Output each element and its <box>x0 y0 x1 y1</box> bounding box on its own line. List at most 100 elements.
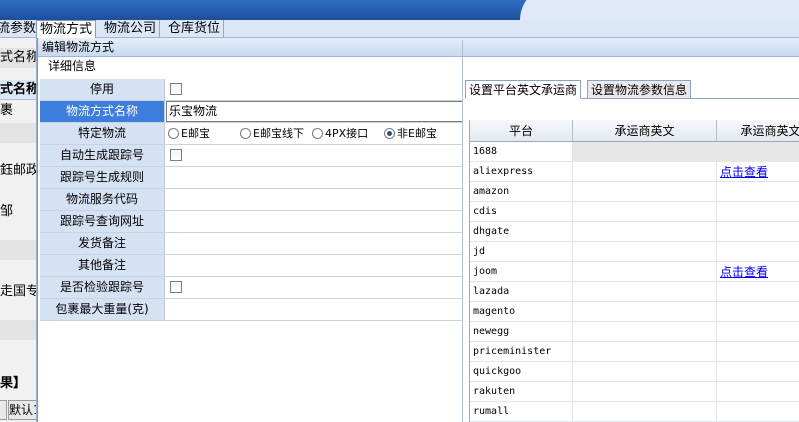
carrier-en-cell[interactable] <box>573 262 717 282</box>
table-row[interactable]: lazada <box>470 282 799 302</box>
platform-cell: cdis <box>470 202 573 222</box>
form-row-disabled: 停用 <box>40 79 463 101</box>
carrier-en-cell[interactable] <box>573 402 717 422</box>
list-item[interactable]: 裹 <box>0 101 36 121</box>
menu-tab-warehouse-location[interactable]: 仓库货位 <box>165 20 225 38</box>
menu-tab-logistics-params[interactable]: 流参数 <box>0 20 41 38</box>
platform-cell: aliexpress <box>470 162 573 182</box>
platform-cell: rumall <box>470 402 573 422</box>
field-label: 物流方式名称 <box>40 101 165 122</box>
menu-tab-logistics-company[interactable]: 物流公司 <box>101 20 161 38</box>
radio-4px[interactable]: 4PX接口 <box>312 123 368 144</box>
tab-logistics-params[interactable]: 设置物流参数信息 <box>587 80 692 99</box>
view-link[interactable]: 点击查看 <box>720 265 768 279</box>
form-row-ship-note: 发货备注 <box>40 233 463 255</box>
carrier-en-cell[interactable] <box>573 162 717 182</box>
ship-note-input[interactable] <box>166 233 463 254</box>
disabled-checkbox[interactable] <box>170 83 182 95</box>
table-row[interactable]: aliexpress 点击查看 <box>470 162 799 182</box>
specific-logistics-radio-group: E邮宝 E邮宝线下 4PX接口 非E邮宝 <box>166 123 463 144</box>
table-row[interactable]: cdis <box>470 202 799 222</box>
field-label: 包裹最大重量(克) <box>40 299 165 320</box>
field-label: 自动生成跟踪号 <box>40 145 165 166</box>
carrier-en-cell[interactable] <box>573 182 717 202</box>
table-row[interactable]: priceminister <box>470 342 799 362</box>
table-row[interactable]: joom 点击查看 <box>470 262 799 282</box>
carrier-en-cell[interactable] <box>573 342 717 362</box>
other-note-input[interactable] <box>166 255 463 276</box>
carrier-link-cell: 点击查看 <box>717 262 799 282</box>
table-row[interactable]: rakuten <box>470 382 799 402</box>
table-row[interactable]: 1688 <box>470 142 799 162</box>
carrier-link-cell <box>717 222 799 242</box>
platform-cell: lazada <box>470 282 573 302</box>
form-row-specific-logistics: 特定物流 E邮宝 E邮宝线下 4PX接口 非E邮宝 <box>40 123 463 145</box>
column-header-platform[interactable]: 平台 <box>470 120 573 142</box>
platform-cell: dhgate <box>470 222 573 242</box>
field-value-cell <box>166 79 463 100</box>
list-item[interactable]: 走国专线 <box>0 282 36 302</box>
field-label: 跟踪号查询网址 <box>40 211 165 232</box>
carrier-en-cell[interactable] <box>573 202 717 222</box>
default-button[interactable]: 默认1 <box>8 400 36 420</box>
left-button[interactable] <box>0 400 7 420</box>
radio-eub[interactable]: E邮宝 <box>168 123 210 144</box>
method-name-input[interactable]: 乐宝物流 <box>166 101 463 122</box>
service-code-input[interactable] <box>166 189 463 210</box>
tab-platform-carrier[interactable]: 设置平台英文承运商 <box>465 80 582 99</box>
carrier-en-cell[interactable] <box>573 382 717 402</box>
radio-label: E邮宝线下 <box>253 127 304 140</box>
track-rule-input[interactable] <box>166 167 463 188</box>
carrier-en-cell[interactable] <box>573 362 717 382</box>
right-tab-strip: 设置平台英文承运商 设置物流参数信息 <box>465 80 799 99</box>
table-row[interactable]: newegg <box>470 322 799 342</box>
carrier-link-cell <box>717 382 799 402</box>
platform-cell: newegg <box>470 322 573 342</box>
list-item[interactable]: 鈺邮政挂 <box>0 161 36 181</box>
carrier-link-cell <box>717 282 799 302</box>
carrier-en-cell[interactable] <box>573 282 717 302</box>
carrier-table: 平台 承运商英文 承运商英文链 1688 aliexpress 点击查看 ama… <box>469 120 799 422</box>
table-row[interactable]: jd <box>470 242 799 262</box>
radio-non-eub[interactable]: 非E邮宝 <box>384 123 437 144</box>
list-item[interactable]: 邹 <box>0 202 36 222</box>
carrier-link-cell <box>717 362 799 382</box>
menu-bar: 流参数 物流方式 物流公司 仓库货位 <box>0 20 799 38</box>
platform-cell: quickgoo <box>470 362 573 382</box>
panel-splitter[interactable] <box>462 40 463 422</box>
menu-tab-logistics-method[interactable]: 物流方式 <box>36 20 97 38</box>
field-label: 发货备注 <box>40 233 165 254</box>
radio-eub-offline[interactable]: E邮宝线下 <box>240 123 304 144</box>
carrier-en-cell[interactable] <box>573 302 717 322</box>
platform-cell: priceminister <box>470 342 573 362</box>
carrier-en-cell[interactable] <box>573 322 717 342</box>
platform-cell: amazon <box>470 182 573 202</box>
column-header-carrier-link[interactable]: 承运商英文链 <box>717 120 799 142</box>
list-item[interactable] <box>0 123 36 143</box>
list-item[interactable] <box>0 320 36 340</box>
table-row[interactable]: quickgoo <box>470 362 799 382</box>
list-column-header[interactable]: 式名称 <box>0 80 36 100</box>
table-row[interactable]: rumall <box>470 402 799 422</box>
view-link[interactable]: 点击查看 <box>720 165 768 179</box>
table-row[interactable]: dhgate <box>470 222 799 242</box>
carrier-link-cell <box>717 242 799 262</box>
carrier-link-cell <box>717 142 799 162</box>
auto-track-checkbox[interactable] <box>170 149 182 161</box>
radio-circle-icon <box>240 128 251 139</box>
list-item[interactable]: 式名称 <box>0 48 36 68</box>
platform-cell: rakuten <box>470 382 573 402</box>
query-url-input[interactable] <box>166 211 463 232</box>
list-item[interactable] <box>0 240 36 260</box>
carrier-en-cell[interactable] <box>573 242 717 262</box>
form-row-other-note: 其他备注 <box>40 255 463 277</box>
verify-track-checkbox[interactable] <box>170 281 182 293</box>
form-row-auto-track: 自动生成跟踪号 <box>40 145 463 167</box>
carrier-en-cell[interactable] <box>573 222 717 242</box>
radio-label: 非E邮宝 <box>397 127 437 140</box>
form-row-verify-track: 是否检验跟踪号 <box>40 277 463 299</box>
max-weight-input[interactable] <box>166 299 463 320</box>
table-row[interactable]: magento <box>470 302 799 322</box>
table-row[interactable]: amazon <box>470 182 799 202</box>
column-header-carrier-en[interactable]: 承运商英文 <box>573 120 717 142</box>
